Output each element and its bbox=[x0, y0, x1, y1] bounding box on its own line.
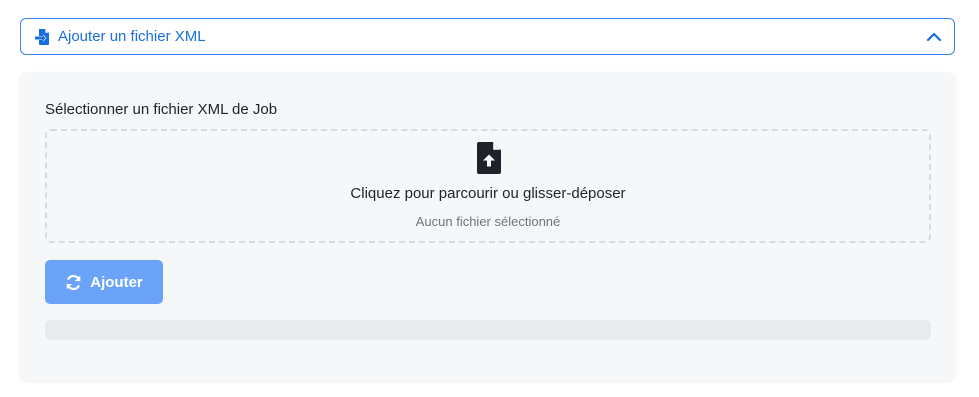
sync-icon bbox=[65, 274, 82, 291]
accordion-title: Ajouter un fichier XML bbox=[58, 28, 206, 45]
file-upload-icon bbox=[476, 141, 502, 175]
upload-panel: Sélectionner un fichier XML de Job Cliqu… bbox=[20, 72, 955, 381]
dropzone-instruction: Cliquez pour parcourir ou glisser-dépose… bbox=[350, 185, 626, 202]
file-field-label: Sélectionner un fichier XML de Job bbox=[45, 101, 278, 118]
file-status-text: Aucun fichier sélectionné bbox=[415, 214, 561, 229]
add-button-label: Ajouter bbox=[90, 273, 143, 291]
upload-progress-bar bbox=[45, 320, 931, 340]
add-button[interactable]: Ajouter bbox=[45, 260, 163, 304]
file-import-icon bbox=[34, 28, 50, 46]
accordion-header[interactable]: Ajouter un fichier XML bbox=[20, 18, 955, 55]
file-dropzone[interactable]: Cliquez pour parcourir ou glisser-dépose… bbox=[45, 129, 931, 243]
chevron-up-icon[interactable] bbox=[925, 28, 943, 46]
